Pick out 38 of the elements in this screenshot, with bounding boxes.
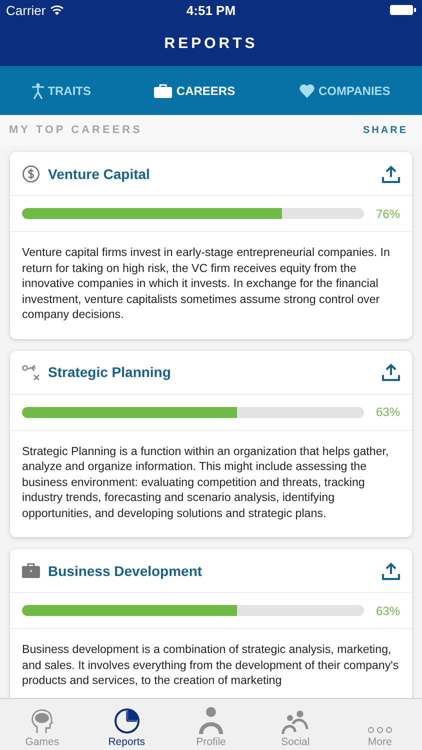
career-description: Strategic Planning is a function within an organization that helps gather, analyze and organize information. This might include assessing the business environment: evaluating competition and threats, tracking industry trends, forecasting and scenario analysis, identifying opportunities, and developing solutions and strategic plans. xyxy=(21,444,390,522)
share-button[interactable] xyxy=(382,562,400,580)
person-icon xyxy=(198,706,224,734)
wifi-icon xyxy=(50,5,64,15)
category-tab[interactable]: CAREERS xyxy=(150,78,240,104)
career-title: Venture Capital xyxy=(48,166,151,182)
figure-icon xyxy=(32,82,44,98)
people-icon xyxy=(281,710,310,734)
briefcase-icon xyxy=(22,563,40,578)
screen-title: REPORTS xyxy=(164,34,258,52)
carrier-label: Carrier xyxy=(6,2,46,18)
category-tab[interactable]: COMPANIES xyxy=(294,78,394,104)
share-button[interactable] xyxy=(382,164,400,182)
heart-icon xyxy=(298,84,314,98)
briefcase-icon xyxy=(154,84,172,98)
career-description: Business development is a combination of strategic analysis, marketing, and sales. It involves everything from the development of their company's products and services, to the creation of marketing xyxy=(21,642,400,689)
tab-bar-item[interactable]: Games xyxy=(0,699,84,750)
head-icon xyxy=(29,708,56,734)
match-percent: 76% xyxy=(374,206,400,220)
category-tab[interactable]: TRAITS xyxy=(28,76,96,104)
status-time: 4:51 PM xyxy=(186,2,236,18)
tab-bar-item[interactable]: Reports xyxy=(84,699,169,750)
section-title: MY TOP CAREERS xyxy=(9,124,142,136)
career-title: Business Development xyxy=(48,562,204,578)
tab-bar-item[interactable]: Profile xyxy=(168,699,254,750)
match-percent: 63% xyxy=(374,405,400,419)
share-link[interactable]: SHARE xyxy=(362,124,408,136)
share-button[interactable] xyxy=(382,363,400,381)
tab-bar-item[interactable]: Social xyxy=(253,699,338,750)
career-title: Strategic Planning xyxy=(48,364,172,380)
tab-bar-item[interactable]: More xyxy=(338,699,422,750)
dollar-icon xyxy=(22,164,40,182)
career-description: Venture capital firms invest in early-stage entrepreneurial companies. In return for taking on high risk, the VC firm receives equity from the innovative companies in which it invests. In exchange for the financial investment, venture capitalists sometimes assume strong control over company decisions. xyxy=(21,245,391,323)
pie-chart-icon xyxy=(114,708,140,734)
strategy-icon xyxy=(22,364,40,380)
battery-icon xyxy=(390,5,416,15)
more-icon xyxy=(366,726,393,734)
match-percent: 63% xyxy=(374,604,400,618)
